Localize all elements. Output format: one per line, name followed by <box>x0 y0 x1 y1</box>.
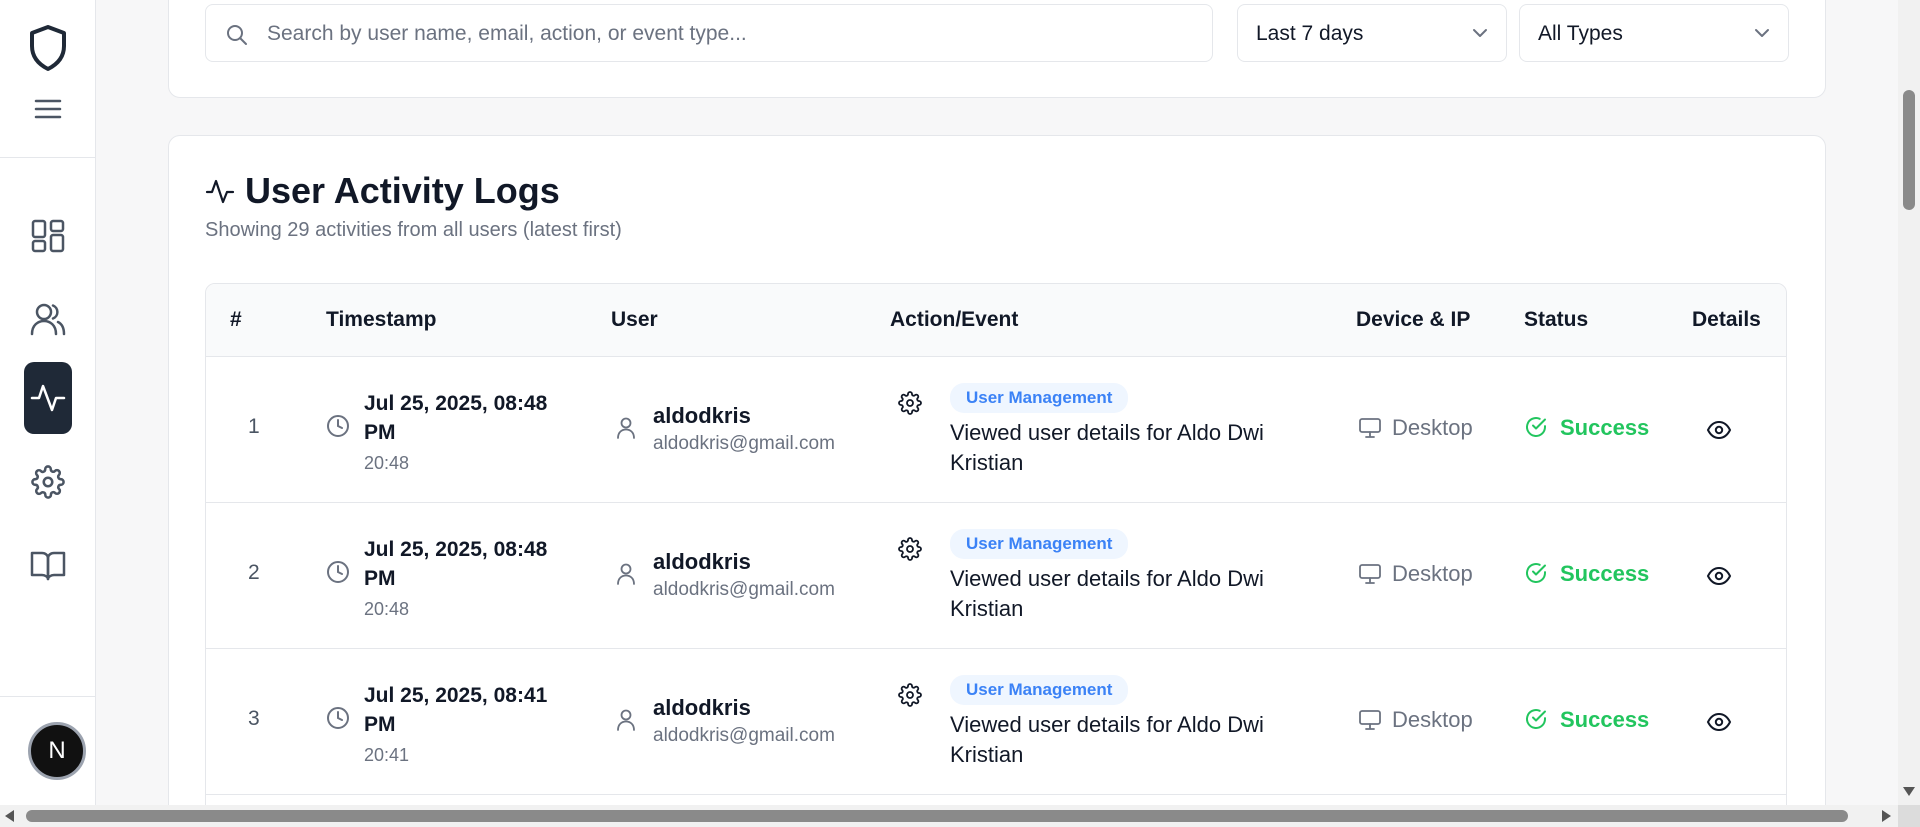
gear-icon <box>31 465 65 499</box>
dashboard-icon <box>31 219 65 253</box>
col-header-status: Status <box>1524 308 1589 331</box>
horizontal-scrollbar[interactable] <box>0 805 1920 827</box>
status-label: Success <box>1560 561 1650 586</box>
activity-icon <box>30 384 66 412</box>
check-circle-icon <box>1526 563 1546 583</box>
action-description: Viewed user details for Aldo Dwi Kristia… <box>950 420 1264 475</box>
desktop-icon <box>1359 418 1381 438</box>
col-header-device: Device & IP <box>1356 308 1471 331</box>
book-icon <box>30 551 66 581</box>
gear-icon <box>898 391 922 415</box>
activity-table: # Timestamp User Action/Event Device & I… <box>205 283 1787 827</box>
gear-icon <box>898 537 922 561</box>
sidebar-item-users[interactable] <box>24 283 72 355</box>
action-description: Viewed user details for Aldo Dwi Kristia… <box>950 566 1264 621</box>
col-header-number: # <box>230 308 242 331</box>
sidebar-item-activity[interactable] <box>24 362 72 434</box>
category-badge: User Management <box>950 675 1129 705</box>
check-circle-icon <box>1526 417 1546 437</box>
sidebar-footer: N <box>0 696 96 805</box>
page-title: User Activity Logs <box>245 170 560 211</box>
sidebar-item-dashboard[interactable] <box>24 200 72 272</box>
user-name: aldodkris <box>653 549 751 574</box>
category-badge: User Management <box>950 529 1129 559</box>
col-header-action: Action/Event <box>890 308 1019 331</box>
table-row: 2 Jul 25, 2025, 08:48 PM 20:48 aldodkris… <box>206 503 1786 649</box>
desktop-icon <box>1359 564 1381 584</box>
page-subtitle: Showing 29 activities from all users (la… <box>205 219 622 241</box>
category-badge: User Management <box>950 383 1129 413</box>
clock-icon <box>327 707 349 729</box>
shield-logo-icon[interactable] <box>28 24 68 72</box>
date-range-select[interactable]: Last 7 days <box>1237 4 1507 62</box>
desktop-icon <box>1359 710 1381 730</box>
chevron-down-icon <box>1473 29 1487 37</box>
sidebar: N <box>0 0 96 805</box>
search-input[interactable]: Search by user name, email, action, or e… <box>205 4 1213 62</box>
eye-icon[interactable] <box>1706 420 1732 440</box>
sidebar-item-settings[interactable] <box>24 446 72 518</box>
table-row: 1 Jul 25, 2025, 08:48 PM 20:48 aldodkris… <box>206 357 1786 503</box>
timestamp-date: Jul 25, 2025, 08:41 PM <box>364 684 548 736</box>
hamburger-menu-icon[interactable] <box>34 98 62 120</box>
sidebar-item-docs[interactable] <box>24 529 72 601</box>
timestamp-date: Jul 25, 2025, 08:48 PM <box>364 392 548 444</box>
search-placeholder: Search by user name, email, action, or e… <box>267 22 747 45</box>
col-header-user: User <box>611 308 658 331</box>
vertical-scrollbar-thumb[interactable] <box>1903 90 1915 210</box>
user-name: aldodkris <box>653 403 751 428</box>
search-icon <box>227 25 247 45</box>
row-number: 1 <box>248 415 260 438</box>
table-header: # Timestamp User Action/Event Device & I… <box>206 284 1786 357</box>
users-icon <box>30 303 66 336</box>
activity-logs-card: User Activity Logs Showing 29 activities… <box>168 135 1826 827</box>
timestamp-date: Jul 25, 2025, 08:48 PM <box>364 538 548 590</box>
eye-icon[interactable] <box>1706 566 1732 586</box>
device-label: Desktop <box>1392 561 1473 586</box>
timestamp-time: 20:41 <box>364 745 410 765</box>
device-label: Desktop <box>1392 415 1473 440</box>
check-circle-icon <box>1526 709 1546 729</box>
type-select[interactable]: All Types <box>1519 4 1789 62</box>
col-header-timestamp: Timestamp <box>326 308 437 331</box>
row-number: 2 <box>248 561 260 584</box>
horizontal-scrollbar-thumb[interactable] <box>26 810 1848 822</box>
row-number: 3 <box>248 707 260 730</box>
filter-bar: Search by user name, email, action, or e… <box>168 0 1826 98</box>
gear-icon <box>898 683 922 707</box>
user-email: aldodkris@gmail.com <box>653 433 835 454</box>
table-row: 3 Jul 25, 2025, 08:41 PM 20:41 aldodkris… <box>206 649 1786 795</box>
status-label: Success <box>1560 415 1650 440</box>
vertical-scrollbar[interactable] <box>1898 0 1920 805</box>
avatar-letter: N <box>48 737 66 764</box>
scroll-left-arrow-icon[interactable] <box>5 810 14 822</box>
date-range-value: Last 7 days <box>1256 22 1364 45</box>
chevron-down-icon <box>1755 29 1769 37</box>
user-icon <box>617 709 635 731</box>
sidebar-header <box>0 0 95 158</box>
scroll-right-arrow-icon[interactable] <box>1882 810 1891 822</box>
avatar[interactable]: N <box>28 722 86 780</box>
col-header-details: Details <box>1692 308 1761 331</box>
user-icon <box>617 563 635 585</box>
user-name: aldodkris <box>653 695 751 720</box>
timestamp-time: 20:48 <box>364 453 410 473</box>
user-icon <box>617 417 635 439</box>
eye-icon[interactable] <box>1706 712 1732 732</box>
status-label: Success <box>1560 707 1650 732</box>
activity-icon <box>205 179 235 204</box>
type-value: All Types <box>1538 22 1623 45</box>
title-row: User Activity Logs <box>205 170 560 212</box>
action-description: Viewed user details for Aldo Dwi Kristia… <box>950 712 1264 767</box>
scrollbar-corner <box>1898 805 1920 827</box>
user-email: aldodkris@gmail.com <box>653 579 835 600</box>
user-email: aldodkris@gmail.com <box>653 725 835 746</box>
clock-icon <box>327 561 349 583</box>
timestamp-time: 20:48 <box>364 599 410 619</box>
device-label: Desktop <box>1392 707 1473 732</box>
clock-icon <box>327 415 349 437</box>
scroll-down-arrow-icon[interactable] <box>1903 787 1915 796</box>
